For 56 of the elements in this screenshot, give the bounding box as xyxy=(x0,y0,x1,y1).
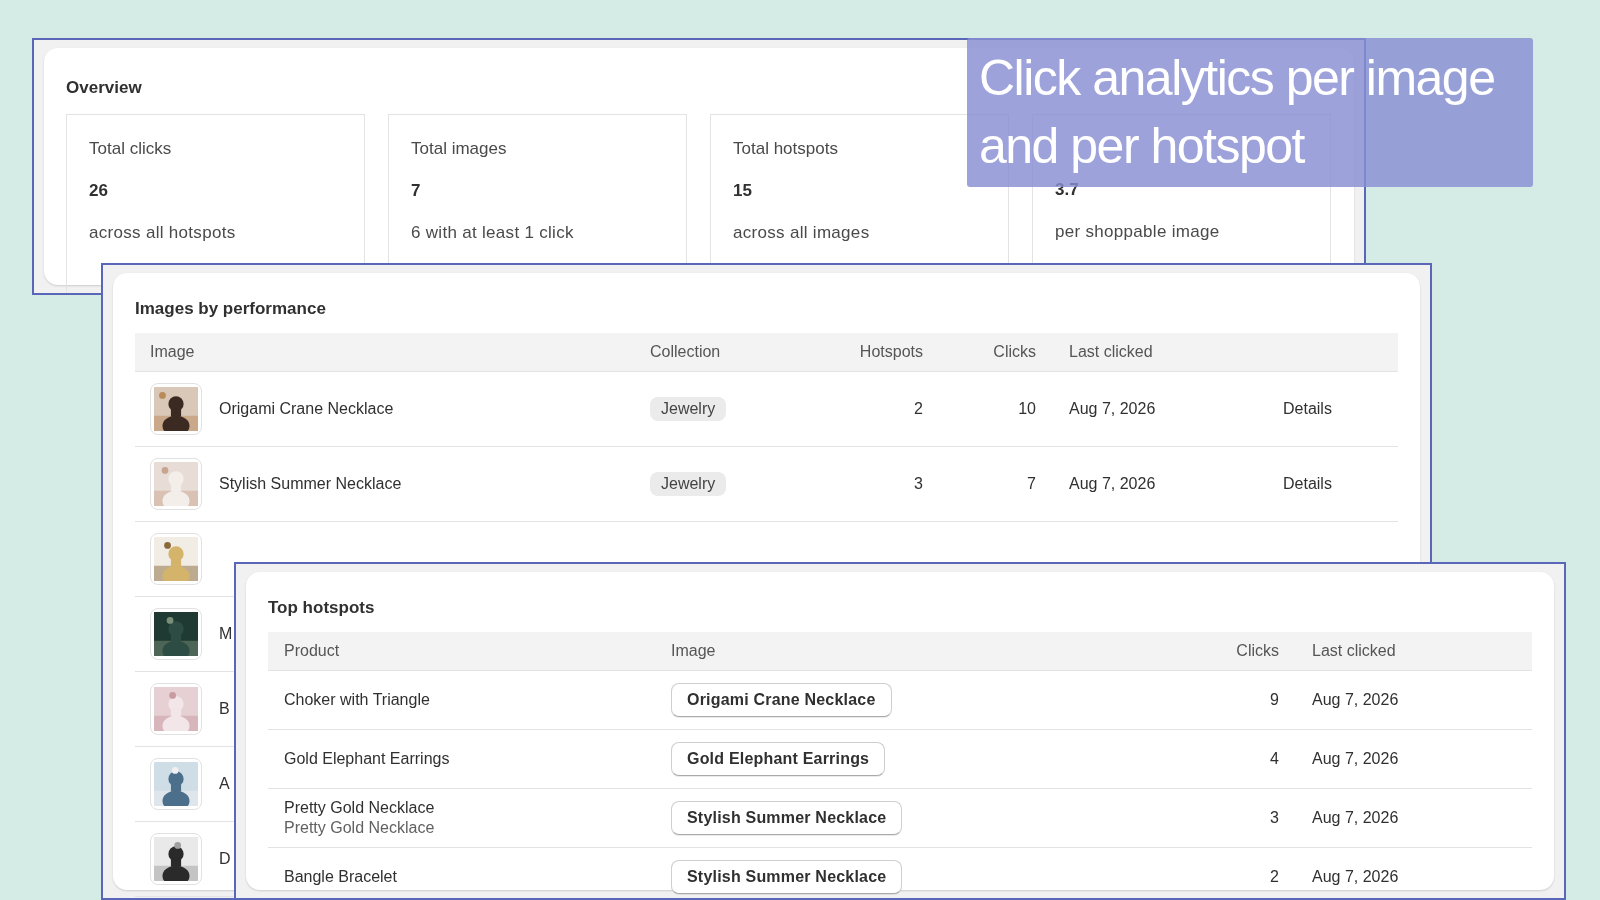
image-name: M xyxy=(219,625,233,643)
stat-value: 26 xyxy=(89,181,109,201)
table-cell-text: 2 xyxy=(913,400,923,418)
column-header: Image xyxy=(150,343,196,361)
stat-note: 6 with at least 1 click xyxy=(411,223,575,243)
column-header: Last clicked xyxy=(1311,642,1397,660)
table-cell-text: Aug 7, 2026 xyxy=(1311,868,1400,886)
product-name: Bangle Bracelet xyxy=(284,868,398,886)
table-cell-text: Aug 7, 2026 xyxy=(1311,691,1400,709)
table-cell-text: 3 xyxy=(1269,809,1279,827)
column-header: Clicks xyxy=(1235,642,1279,660)
image-name: Stylish Summer Necklace xyxy=(219,475,402,493)
column-header: Image xyxy=(671,642,717,660)
table-cell-text: 7 xyxy=(1026,475,1036,493)
stat-value: 15 xyxy=(733,181,753,201)
column-header: Product xyxy=(284,642,341,660)
table-cell-text: Aug 7, 2026 xyxy=(1068,475,1157,493)
collection-tag: Jewelry xyxy=(650,472,727,496)
table-cell-text: Aug 7, 2026 xyxy=(1311,750,1400,768)
details-link[interactable]: Details xyxy=(1261,400,1332,418)
product-name: Choker with Triangle xyxy=(284,691,431,709)
image-button[interactable]: Stylish Summer Necklace xyxy=(671,801,903,835)
stat-label: Total images xyxy=(411,139,508,159)
image-button[interactable]: Gold Elephant Earrings xyxy=(671,742,886,776)
column-header: Clicks xyxy=(992,343,1036,361)
table-cell-text: Aug 7, 2026 xyxy=(1311,809,1400,827)
stat-label: Total hotspots xyxy=(733,139,839,159)
table-cell-text: 4 xyxy=(1269,750,1279,768)
column-header: Hotspots xyxy=(858,343,923,361)
stat-label: Total clicks xyxy=(89,139,173,159)
collection-tag: Jewelry xyxy=(650,397,727,421)
column-header: Collection xyxy=(650,343,722,361)
section-title: Images by performance xyxy=(135,299,327,319)
section-title: Top hotspots xyxy=(268,598,376,618)
details-link[interactable]: Details xyxy=(1261,475,1332,493)
image-name: B xyxy=(219,700,230,718)
image-button[interactable]: Origami Crane Necklace xyxy=(671,683,892,717)
table-cell-text: 2 xyxy=(1269,868,1279,886)
stat-note: per shoppable image xyxy=(1055,222,1221,242)
image-name: D xyxy=(219,850,231,868)
stat-value: 3.7 xyxy=(1055,180,1080,200)
image-name: Origami Crane Necklace xyxy=(219,400,394,418)
column-header: Last clicked xyxy=(1068,343,1154,361)
image-button[interactable]: Stylish Summer Necklace xyxy=(671,860,903,894)
caption-text: Click analytics per image and per hotspot xyxy=(979,49,1496,176)
image-name: A xyxy=(219,775,230,793)
product-variant: Pretty Gold Necklace xyxy=(284,819,436,837)
table-cell-text: Aug 7, 2026 xyxy=(1068,400,1157,418)
table-cell-text: 3 xyxy=(913,475,923,493)
product-name: Pretty Gold Necklace xyxy=(284,799,436,817)
product-name: Gold Elephant Earrings xyxy=(284,750,451,768)
stat-note: across all images xyxy=(733,223,871,243)
stat-value: 7 xyxy=(411,181,422,201)
table-cell-text: 10 xyxy=(1017,400,1036,418)
stat-note: across all hotspots xyxy=(89,223,237,243)
table-cell-text: 9 xyxy=(1269,691,1279,709)
